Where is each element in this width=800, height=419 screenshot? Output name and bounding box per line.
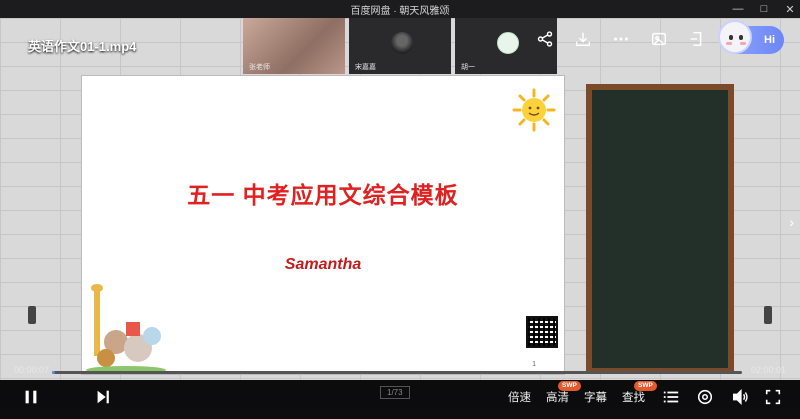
speed-button[interactable]: 倍速 — [508, 389, 531, 405]
fullscreen-icon — [765, 389, 781, 405]
window-title: 百度网盘 · 朝天风雅颂 — [350, 5, 450, 17]
find-badge: SWP — [634, 381, 657, 391]
playlist-button[interactable] — [662, 388, 680, 406]
assistant-avatar-icon — [718, 20, 752, 54]
webcam-name: 胡一 — [461, 64, 475, 71]
title-bar: 百度网盘 · 朝天风雅颂 — □ ✕ — [0, 0, 800, 18]
webcam-strip: 张老师 宋嘉嘉 胡一 — [243, 18, 557, 74]
next-icon — [97, 390, 109, 404]
pause-button[interactable] — [22, 388, 40, 406]
close-button[interactable]: ✕ — [784, 3, 796, 16]
screenshot-icon — [651, 32, 667, 46]
maximize-button[interactable]: □ — [758, 3, 770, 15]
download-icon — [575, 32, 591, 47]
playlist-icon — [663, 391, 679, 403]
more-button[interactable] — [610, 28, 632, 50]
top-toolbar — [534, 28, 708, 50]
settings-button[interactable] — [696, 388, 714, 406]
next-button[interactable] — [94, 388, 112, 406]
presentation-slide: 五一 中考应用文综合模板 Samantha 1 — [82, 76, 564, 374]
quality-badge: SWP — [558, 381, 581, 391]
slide-page-number: 1 — [532, 361, 536, 368]
pip-icon — [690, 31, 702, 47]
blackboard-background — [586, 84, 734, 374]
pause-icon — [25, 390, 37, 404]
share-icon — [537, 31, 553, 47]
pip-button[interactable] — [686, 28, 708, 50]
fullscreen-button[interactable] — [764, 388, 782, 406]
settings-icon — [697, 389, 713, 405]
assistant-button[interactable]: Hi — [718, 20, 784, 54]
slide-author: Samantha — [284, 256, 362, 273]
minimize-button[interactable]: — — [732, 3, 744, 15]
sun-icon — [512, 88, 556, 132]
left-panel-handle[interactable] — [28, 306, 36, 324]
current-time: 00:00:07 — [14, 365, 50, 375]
find-button[interactable]: 查找 — [622, 389, 645, 405]
video-player-window: 百度网盘 · 朝天风雅颂 — □ ✕ 张老师 宋嘉嘉 胡一 英语作文01-1.m… — [0, 0, 800, 419]
assistant-label: Hi — [764, 34, 775, 46]
slide-title: 五一 中考应用文综合模板 — [187, 182, 459, 208]
share-button[interactable] — [534, 28, 556, 50]
quality-button[interactable]: 高清 — [546, 389, 569, 405]
progress-bar[interactable] — [52, 371, 742, 374]
webcam-tile[interactable]: 宋嘉嘉 — [349, 18, 451, 74]
subtitle-button[interactable]: 字幕 — [584, 389, 607, 405]
screenshot-button[interactable] — [648, 28, 670, 50]
qr-code-icon — [526, 316, 558, 348]
volume-icon — [732, 388, 748, 406]
animals-illustration-icon — [86, 284, 166, 374]
download-button[interactable] — [572, 28, 594, 50]
volume-button[interactable] — [731, 388, 749, 406]
total-time: 02:00:01 — [750, 365, 786, 375]
file-name: 英语作文01-1.mp4 — [28, 39, 137, 54]
window-controls: — □ ✕ — [732, 0, 796, 18]
more-icon — [614, 37, 628, 41]
avatar — [497, 32, 519, 54]
progress-fill — [52, 371, 55, 374]
right-panel-handle[interactable] — [764, 306, 772, 324]
webcam-tile[interactable]: 张老师 — [243, 18, 345, 74]
slide-navigator: 1/73 — [380, 386, 410, 399]
avatar — [391, 32, 413, 54]
webcam-name: 宋嘉嘉 — [355, 64, 376, 71]
webcam-name: 张老师 — [249, 64, 270, 71]
page-indicator[interactable]: 1/73 — [380, 386, 410, 399]
chevron-right-icon[interactable]: › — [789, 214, 794, 230]
